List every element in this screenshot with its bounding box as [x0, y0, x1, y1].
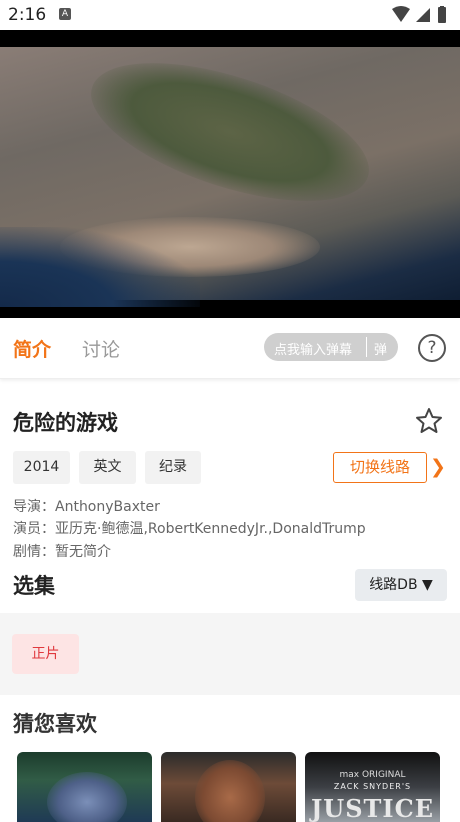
plot-text: 剧情：暂无简介	[13, 544, 111, 560]
help-icon[interactable]: ?	[418, 334, 446, 362]
tag-year: 2014	[13, 451, 70, 484]
wifi-icon	[392, 6, 410, 22]
system-icons	[392, 6, 446, 23]
switch-route-button[interactable]: 切换线路	[333, 452, 427, 483]
battery-icon	[438, 7, 446, 23]
signal-icon	[416, 8, 430, 22]
divider	[366, 337, 367, 357]
tag-genre: 纪录	[145, 451, 201, 484]
episode-button[interactable]: 正片	[12, 634, 79, 674]
recommend-poster-1[interactable]	[17, 752, 152, 822]
video-player[interactable]	[0, 30, 460, 318]
tab-discuss[interactable]: 讨论	[82, 335, 120, 362]
tab-intro[interactable]: 简介	[13, 335, 51, 362]
recommend-poster-3[interactable]: max ORIGINAL ZACK SNYDER'S JUSTICE LEAGU…	[305, 752, 440, 822]
episode-list: 正片	[0, 613, 460, 695]
recommend-poster-2[interactable]	[161, 752, 296, 822]
star-icon[interactable]	[414, 406, 444, 436]
director-text: 导演：AnthonyBaxter	[13, 499, 160, 515]
episodes-title: 选集	[13, 574, 55, 598]
movie-title: 危险的游戏	[13, 411, 118, 435]
poster-title: JUSTICE LEAGUE	[310, 794, 435, 822]
danmu-input[interactable]: 点我输入弹幕	[274, 339, 352, 358]
video-frame	[0, 34, 460, 307]
chevron-right-icon[interactable]: ❯	[430, 457, 446, 477]
danmu-toggle-button[interactable]: 弹	[374, 339, 387, 358]
recommend-title: 猜您喜欢	[13, 712, 97, 736]
status-bar: 2:16 A	[0, 0, 460, 30]
poster-brand: max ORIGINAL	[339, 770, 406, 780]
danmu-bar: 点我输入弹幕 弹	[264, 333, 398, 361]
tab-bar: 简介 讨论 点我输入弹幕 弹 ?	[0, 318, 460, 379]
poster-subtitle: ZACK SNYDER'S	[333, 782, 412, 791]
tag-language: 英文	[79, 451, 136, 484]
cast-text: 演员：亚历克·鲍德温,RobertKennedyJr.,DonaldTrump	[13, 521, 366, 537]
status-time: 2:16	[8, 5, 47, 25]
route-select[interactable]: 线路DB ▼	[355, 569, 447, 601]
notification-icon: A	[59, 8, 71, 20]
